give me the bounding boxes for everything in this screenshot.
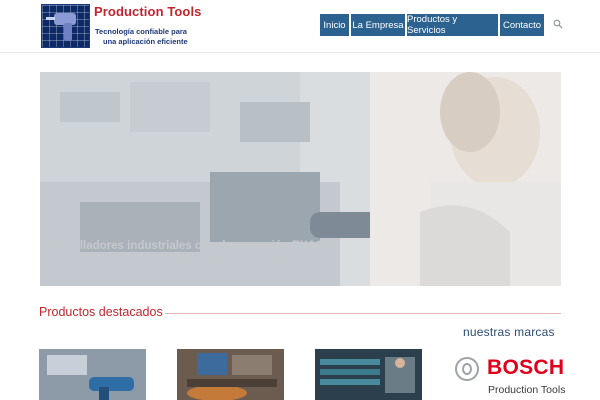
bosch-logo-inner-shape — [462, 363, 472, 375]
nav-item-inicio[interactable]: Inicio — [320, 14, 349, 36]
nav-item-la-empresa[interactable]: La Empresa — [351, 14, 405, 36]
product-thumbnail[interactable] — [315, 349, 422, 400]
nav-item-productos-y-servicios[interactable]: Productos y Servicios — [407, 14, 498, 36]
hero-caption: Atornilladores industriales con desconex… — [46, 240, 332, 252]
hero-subcaption: Excelente precisión, durable y eficiente… — [46, 253, 285, 263]
product-image — [315, 349, 422, 400]
product-image — [39, 349, 146, 400]
product-thumbnail[interactable] — [39, 349, 146, 400]
brand-tagline-line1: Tecnología confiable para — [95, 27, 187, 36]
drill-tip-shape — [46, 17, 55, 20]
drill-handle-shape — [64, 23, 72, 41]
product-thumbnail[interactable] — [177, 349, 284, 400]
nav-item-label: Contacto — [502, 19, 542, 31]
nav-item-label: La Empresa — [352, 19, 404, 31]
bosch-logo-icon[interactable] — [455, 357, 479, 381]
search-icon[interactable] — [553, 19, 563, 29]
site-header: Production Tools Tecnología confiable pa… — [0, 0, 600, 53]
nav-item-label: Productos y Servicios — [407, 14, 458, 36]
logo-image[interactable] — [41, 4, 90, 48]
nav-item-label: Inicio — [323, 19, 346, 31]
nav-item-contacto[interactable]: Contacto — [500, 14, 544, 36]
brand-title[interactable]: Production Tools — [94, 4, 202, 19]
bosch-logo-word[interactable]: BOSCH — [487, 356, 564, 380]
brands-title: nuestras marcas — [463, 325, 555, 339]
section-divider — [165, 313, 561, 314]
brand-tagline-line2: una aplicación eficiente — [103, 37, 188, 46]
featured-products-title: Productos destacados — [39, 305, 163, 319]
bosch-logo-subtitle: Production Tools — [488, 384, 566, 396]
product-image — [177, 349, 284, 400]
